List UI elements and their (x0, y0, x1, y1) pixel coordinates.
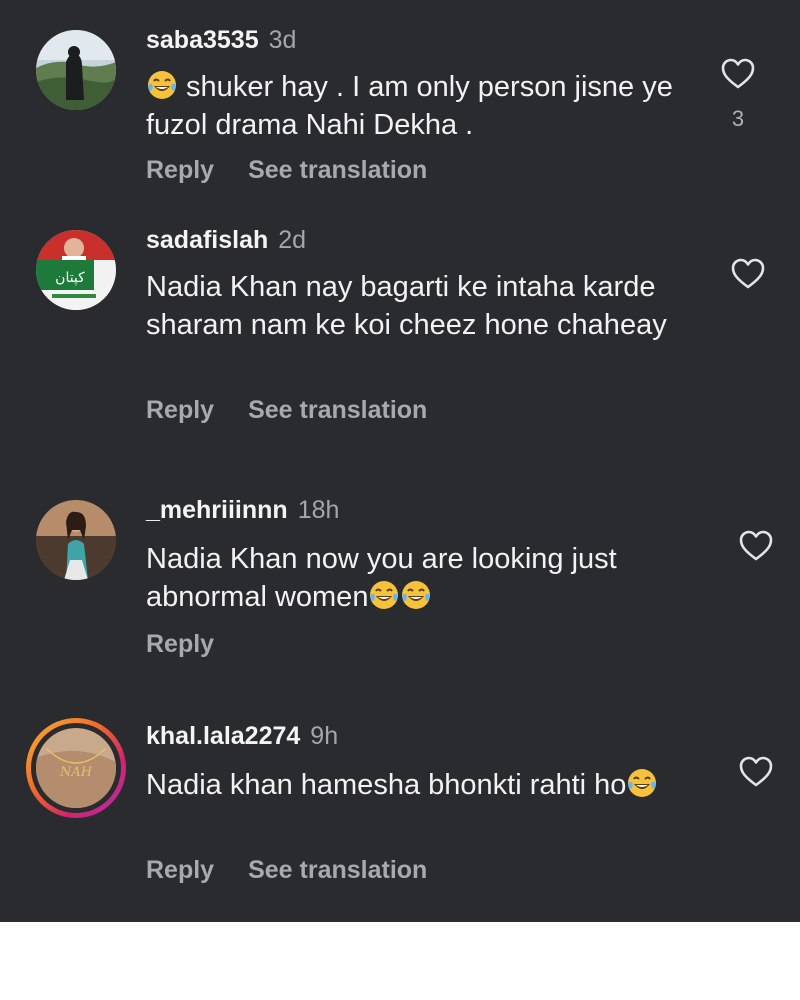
comment-time: 9h (310, 722, 339, 750)
laughing-tears-emoji-icon (146, 69, 178, 101)
heart-icon[interactable] (739, 530, 773, 562)
laughing-tears-emoji-icon (400, 579, 432, 611)
like-count: 3 (731, 106, 745, 131)
comment-time: 18h (297, 496, 340, 524)
avatar[interactable]: کپتان (36, 230, 116, 310)
badge-text: کپتان (55, 270, 85, 286)
heart-icon[interactable] (721, 58, 755, 90)
username[interactable]: sadafislah (146, 226, 268, 254)
laughing-tears-emoji-icon (368, 579, 400, 611)
avatar: NAH (36, 728, 116, 808)
comment-text-body: Nadia khan hamesha bhonkti rahti ho (146, 769, 627, 801)
avatar-photo-badge: کپتان (36, 230, 116, 310)
see-translation-button[interactable]: See translation (248, 156, 427, 184)
comment-header: _mehriiinnn 18h (146, 496, 339, 525)
comment-actions: Reply See translation (146, 396, 427, 425)
comment-time: 3d (268, 26, 297, 54)
username[interactable]: _mehriiinnn (146, 496, 288, 524)
username[interactable]: khal.lala2274 (146, 722, 300, 750)
comment-header: saba3535 3d (146, 26, 296, 55)
reply-button[interactable]: Reply (146, 396, 214, 424)
avatar-photo-portrait (36, 500, 116, 580)
avatar-photo-necklace: NAH (36, 728, 116, 808)
avatar-story-ring[interactable]: NAH (26, 718, 126, 818)
comments-screen: saba3535 3d shuker hay . I am only person… (0, 0, 800, 922)
comment-text-body: shuker hay . I am only person jisne ye f… (146, 71, 673, 141)
comment-actions: Reply See translation (146, 156, 427, 185)
necklace-text: NAH (59, 765, 93, 780)
comment-text: Nadia Khan nay bagarti ke intaha karde s… (146, 271, 667, 341)
comment-text: Nadia khan hamesha bhonkti rahti ho (146, 766, 706, 804)
comment-header: khal.lala2274 9h (146, 722, 338, 751)
comment-text: Nadia Khan now you are looking just abno… (146, 540, 706, 616)
heart-icon[interactable] (739, 756, 773, 788)
see-translation-button[interactable]: See translation (248, 856, 427, 884)
comment-text: shuker hay . I am only person jisne ye f… (146, 68, 706, 144)
avatar[interactable] (36, 30, 116, 110)
avatar-photo-landscape (36, 30, 116, 110)
avatar[interactable] (36, 500, 116, 580)
laughing-tears-emoji-icon (626, 767, 658, 799)
see-translation-button[interactable]: See translation (248, 396, 427, 424)
comment-actions: Reply See translation (146, 856, 427, 885)
reply-button[interactable]: Reply (146, 156, 214, 184)
heart-icon[interactable] (731, 258, 765, 290)
reply-button[interactable]: Reply (146, 630, 214, 658)
username[interactable]: saba3535 (146, 26, 259, 54)
comment-header: sadafislah 2d (146, 226, 306, 255)
comment-time: 2d (278, 226, 307, 254)
comment-actions: Reply (146, 630, 214, 659)
reply-button[interactable]: Reply (146, 856, 214, 884)
